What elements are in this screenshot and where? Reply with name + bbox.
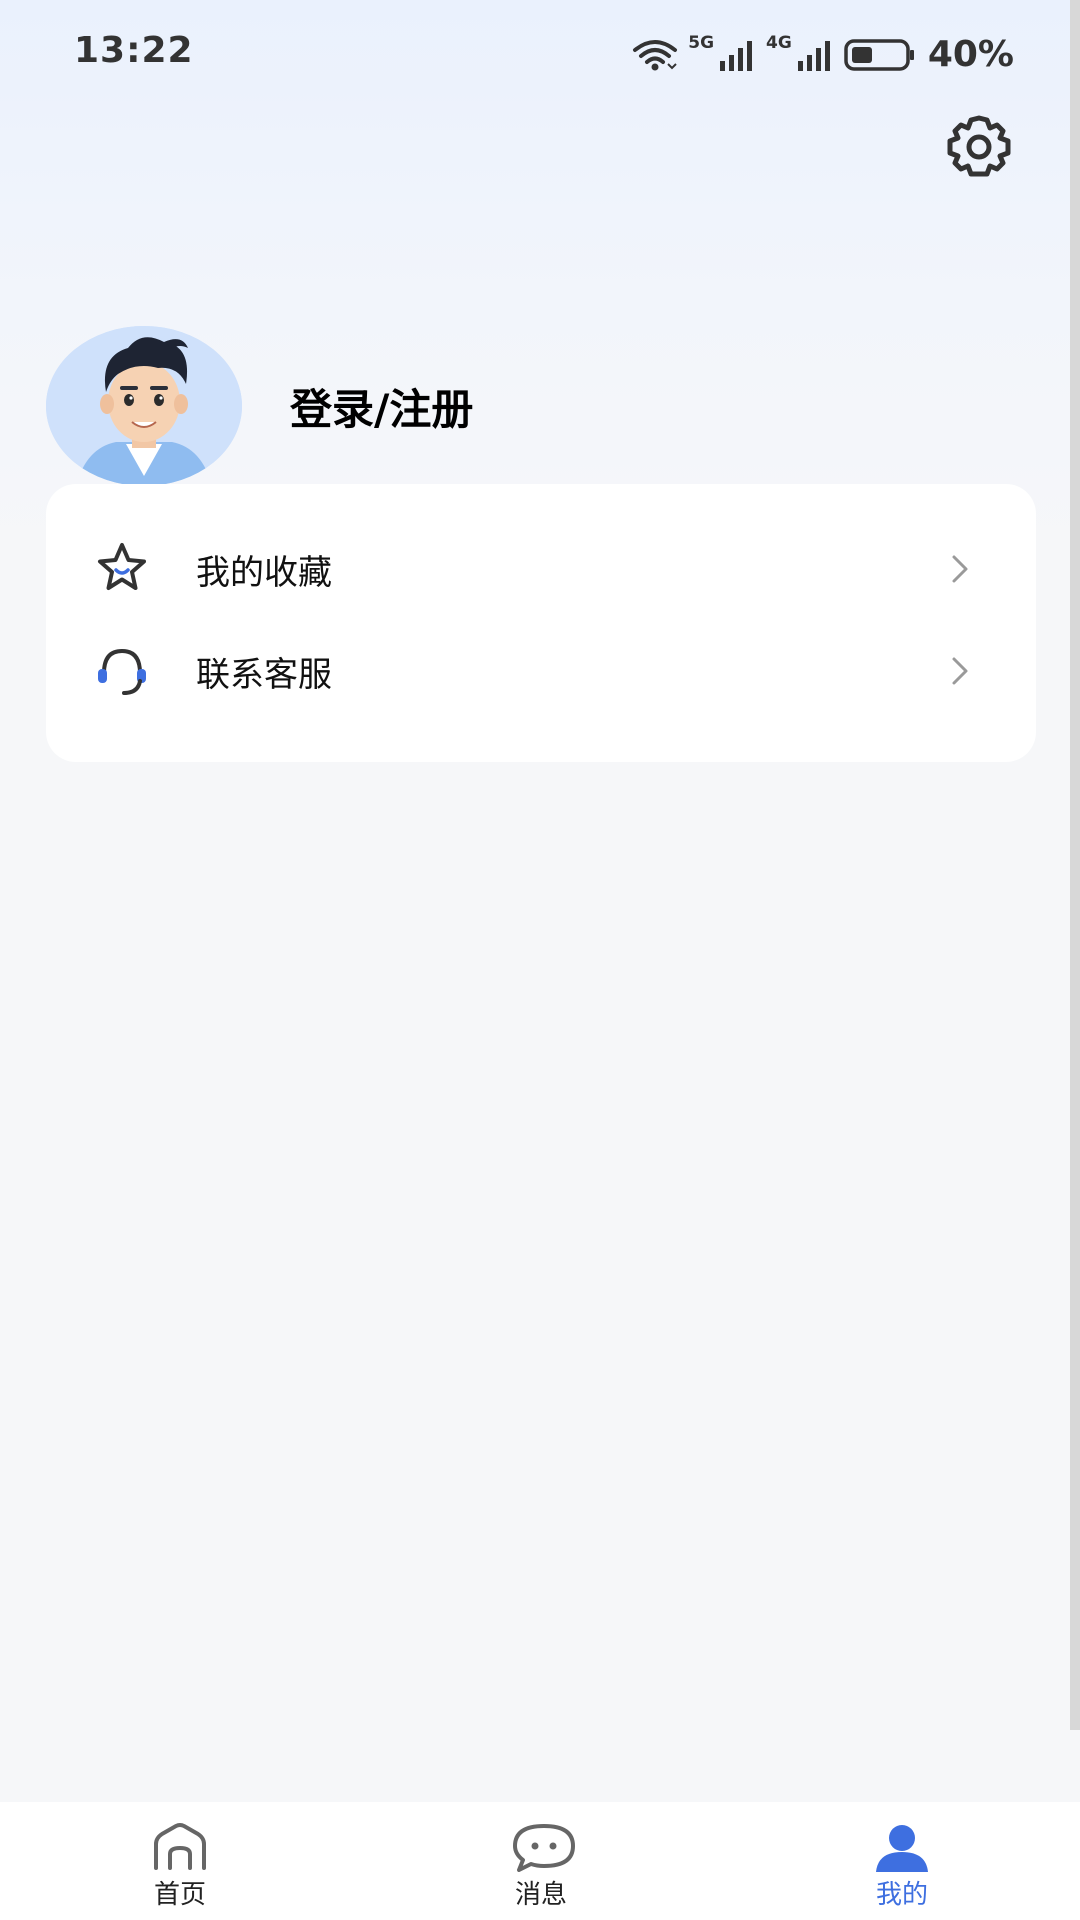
menu-item-label: 我的收藏 [196,552,332,593]
gear-icon [947,115,1011,177]
nav-messages-label: 消息 [514,1880,567,1910]
star-icon [98,543,146,590]
scroll-edge [1070,0,1080,1730]
user-icon [876,1825,928,1872]
bottom-nav: 首页 消息 我的 [0,1802,1080,1920]
nav-profile[interactable]: 我的 [802,1802,1002,1920]
chevron-right-icon [952,657,968,685]
wifi-icon [633,39,678,70]
settings-button[interactable] [944,112,1014,182]
battery-icon [844,38,914,71]
headset-icon [98,648,146,695]
signal-4g-icon [797,40,830,71]
status-time: 13:22 [74,30,194,71]
home-icon [154,1823,206,1870]
network-5g-label: 5G [688,32,715,53]
nav-messages[interactable]: 消息 [441,1802,641,1920]
avatar[interactable] [46,326,242,486]
status-icons: 5G 4G 40% [632,32,1014,75]
menu-item-customer-service[interactable]: 联系客服 [46,620,1036,722]
login-register-link[interactable]: 登录/注册 [290,376,473,437]
menu-item-favorites[interactable]: 我的收藏 [46,518,1036,620]
chevron-right-icon [952,555,968,583]
signal-5g-icon [720,40,753,71]
nav-home-label: 首页 [153,1880,206,1910]
menu-item-label: 联系客服 [196,654,332,695]
network-4g-label: 4G [766,32,792,53]
nav-profile-label: 我的 [875,1880,928,1910]
message-icon [513,1824,575,1872]
cartoon-avatar [46,326,242,486]
nav-home[interactable]: 首页 [80,1802,280,1920]
battery-percent: 40% [927,34,1014,75]
menu-card: 我的收藏 联系客服 [46,484,1036,762]
